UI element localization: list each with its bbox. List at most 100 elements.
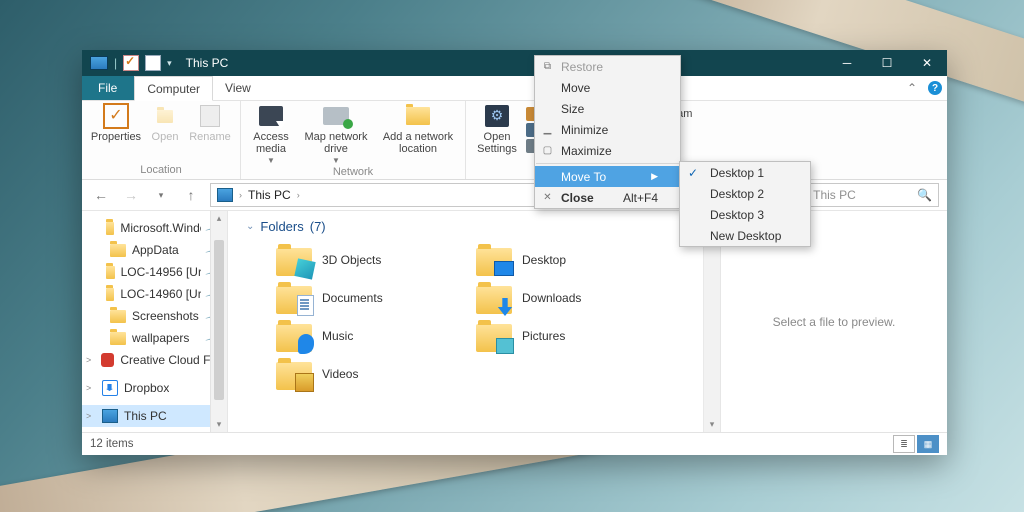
- folder-item[interactable]: Pictures: [476, 320, 666, 352]
- expand-icon[interactable]: >: [86, 383, 96, 393]
- pc-icon: [102, 409, 118, 423]
- rename-button: Rename: [188, 103, 232, 143]
- properties-qat-icon[interactable]: [123, 55, 139, 71]
- nav-item[interactable]: Screenshots📌: [82, 305, 227, 327]
- folder-icon: [476, 320, 512, 352]
- folder-label: Pictures: [522, 329, 565, 343]
- nav-item-label: LOC-14956 [Urdu] Account: [121, 265, 202, 279]
- open-settings-button[interactable]: ⚙ Open Settings: [474, 103, 520, 155]
- ribbon-group-location: ✓ Properties Open Rename Location: [82, 101, 241, 179]
- expand-icon[interactable]: >: [86, 355, 95, 365]
- restore-icon: ⧉: [541, 61, 554, 72]
- title-bar[interactable]: | ▾ This PC ─ ☐ ✕: [82, 50, 947, 76]
- nav-item[interactable]: AppData📌: [82, 239, 227, 261]
- map-network-drive-button[interactable]: Map network drive▼: [299, 103, 373, 166]
- nav-item-label: Creative Cloud Files: [120, 353, 221, 367]
- folder-item[interactable]: Music: [276, 320, 466, 352]
- properties-button[interactable]: ✓ Properties: [90, 103, 142, 143]
- tab-view[interactable]: View: [213, 76, 264, 100]
- nav-item-label: Dropbox: [124, 381, 169, 395]
- nav-recent-icon[interactable]: ▾: [150, 190, 172, 201]
- folder-icon: [106, 288, 115, 301]
- minimize-icon: ▁: [541, 124, 554, 135]
- add-network-location-button[interactable]: Add a network location: [379, 103, 457, 155]
- system-menu-move[interactable]: Move: [535, 77, 680, 98]
- quick-access-toolbar: | ▾: [82, 55, 180, 71]
- nav-item[interactable]: LOC-14960 [Urdu] Random📌: [82, 283, 227, 305]
- folder-icon: [106, 222, 115, 235]
- nav-item-label: LOC-14960 [Urdu] Random: [120, 287, 201, 301]
- status-bar: 12 items ≣ ▦: [82, 432, 947, 455]
- view-details-button[interactable]: ≣: [893, 435, 915, 453]
- nav-up-icon[interactable]: ↑: [180, 187, 202, 203]
- expand-icon[interactable]: >: [86, 411, 96, 421]
- system-menu-close[interactable]: ✕CloseAlt+F4: [535, 187, 680, 208]
- navigation-pane[interactable]: Microsoft.WindowsTerminal📌AppData📌LOC-14…: [82, 211, 228, 432]
- tab-file[interactable]: File: [82, 76, 134, 100]
- folder-item[interactable]: 3D Objects: [276, 244, 466, 276]
- check-icon: ✓: [688, 166, 698, 180]
- folder-label: Desktop: [522, 253, 566, 267]
- submenu-desktop-1[interactable]: ✓Desktop 1: [680, 162, 810, 183]
- chevron-down-icon: ⌄: [246, 221, 254, 232]
- nav-item[interactable]: > Creative Cloud Files: [82, 349, 227, 371]
- maximize-icon: ▢: [541, 145, 554, 156]
- system-menu-restore: ⧉Restore: [535, 56, 680, 77]
- nav-item-label: wallpapers: [132, 331, 189, 345]
- pc-icon: [90, 56, 108, 70]
- nav-item-label: Screenshots: [132, 309, 199, 323]
- nav-item[interactable]: LOC-14956 [Urdu] Account📌: [82, 261, 227, 283]
- folder-item[interactable]: Desktop: [476, 244, 666, 276]
- folder-item[interactable]: Downloads: [476, 282, 666, 314]
- submenu-arrow-icon: ▶: [651, 171, 658, 182]
- folder-icon: [110, 332, 126, 345]
- submenu-desktop-2[interactable]: Desktop 2: [680, 183, 810, 204]
- collapse-ribbon-icon[interactable]: ⌃: [901, 76, 923, 100]
- folder-label: Music: [322, 329, 353, 343]
- folder-item[interactable]: Documents: [276, 282, 466, 314]
- access-media-button[interactable]: Access media▼: [249, 103, 293, 166]
- nav-item[interactable]: > Dropbox: [82, 377, 227, 399]
- nav-item-label: This PC: [124, 409, 167, 423]
- maximize-button[interactable]: ☐: [867, 50, 907, 76]
- newfolder-qat-icon[interactable]: [145, 55, 161, 71]
- folder-icon: [106, 266, 115, 279]
- nav-item[interactable]: Microsoft.WindowsTerminal📌: [82, 217, 227, 239]
- close-button[interactable]: ✕: [907, 50, 947, 76]
- submenu-new-desktop[interactable]: New Desktop: [680, 225, 810, 246]
- system-menu: ⧉Restore Move Size ▁Minimize ▢Maximize M…: [534, 55, 681, 209]
- system-menu-move-to[interactable]: Move To▶: [535, 166, 680, 187]
- minimize-button[interactable]: ─: [827, 50, 867, 76]
- system-menu-size[interactable]: Size: [535, 98, 680, 119]
- folder-icon: [276, 358, 312, 390]
- desktop-wallpaper: | ▾ This PC ─ ☐ ✕ File Computer View ⌃ ?: [0, 0, 1024, 512]
- folder-icon: [276, 320, 312, 352]
- nav-back-icon[interactable]: ←: [90, 187, 112, 203]
- folder-label: 3D Objects: [322, 253, 381, 267]
- folder-item[interactable]: Videos: [276, 358, 466, 390]
- nav-scrollbar[interactable]: ▴▾: [210, 211, 227, 432]
- system-menu-minimize[interactable]: ▁Minimize: [535, 119, 680, 140]
- nav-item[interactable]: > This PC: [82, 405, 227, 427]
- nav-item-label: Microsoft.WindowsTerminal: [120, 221, 201, 235]
- folder-icon: [476, 282, 512, 314]
- nav-item[interactable]: wallpapers📌: [82, 327, 227, 349]
- folder-icon: [110, 310, 126, 323]
- folders-section-header[interactable]: ⌄ Folders (7): [246, 219, 706, 234]
- folder-label: Documents: [322, 291, 383, 305]
- folder-icon: [276, 244, 312, 276]
- tab-computer[interactable]: Computer: [134, 76, 213, 101]
- help-icon[interactable]: ?: [923, 76, 947, 100]
- window-title: This PC: [180, 56, 229, 70]
- creative-cloud-icon: [101, 353, 114, 367]
- ribbon-group-network: Access media▼ Map network drive▼ Add a n…: [241, 101, 466, 179]
- view-large-icons-button[interactable]: ▦: [917, 435, 939, 453]
- folder-label: Videos: [322, 367, 358, 381]
- folder-label: Downloads: [522, 291, 581, 305]
- content-pane[interactable]: ⌄ Folders (7) 3D Objects Desktop Documents…: [228, 211, 720, 432]
- system-menu-maximize[interactable]: ▢Maximize: [535, 140, 680, 161]
- search-icon: 🔍: [917, 188, 932, 202]
- open-button: Open: [148, 103, 182, 143]
- submenu-desktop-3[interactable]: Desktop 3: [680, 204, 810, 225]
- folder-icon: [476, 244, 512, 276]
